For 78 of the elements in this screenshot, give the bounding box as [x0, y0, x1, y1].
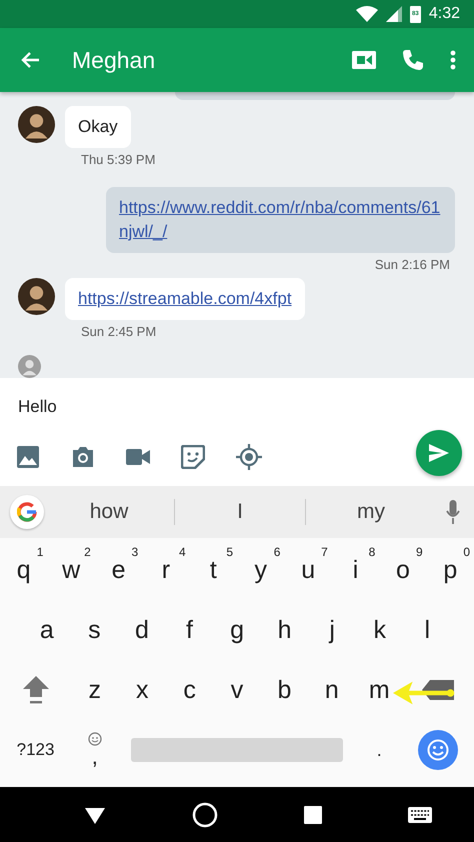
key[interactable]: i 8 [332, 542, 380, 598]
microphone-icon[interactable] [446, 500, 460, 524]
video-call-icon[interactable] [352, 51, 376, 69]
key[interactable]: n [308, 662, 356, 718]
message-input[interactable]: Hello [18, 396, 318, 418]
emoji-button[interactable] [418, 730, 458, 770]
send-button[interactable] [416, 430, 462, 476]
recents-icon[interactable] [302, 804, 322, 824]
key-hint: 0 [463, 545, 470, 559]
key-hint: 5 [226, 545, 234, 559]
key-hint: 9 [416, 545, 423, 559]
signal-icon [386, 6, 402, 22]
image-icon[interactable] [16, 445, 40, 469]
more-options-icon[interactable] [450, 50, 456, 70]
wifi-icon [356, 6, 378, 22]
message-time: Sun 2:45 PM [81, 324, 158, 339]
backspace-key-icon[interactable] [422, 680, 454, 700]
message-time: Sun 2:16 PM [374, 257, 450, 272]
key[interactable]: v [213, 662, 261, 718]
contact-name: Meghan [72, 46, 156, 74]
phone-icon[interactable] [402, 49, 424, 71]
suggestion[interactable]: I [175, 496, 305, 528]
location-icon[interactable] [236, 444, 262, 470]
suggestion[interactable]: my [306, 496, 436, 528]
message-text: Okay [78, 117, 118, 136]
smiley-icon [427, 739, 450, 761]
key[interactable]: p 0 [426, 542, 474, 598]
google-button[interactable] [10, 495, 44, 529]
key[interactable]: w 2 [47, 542, 95, 598]
avatar [18, 278, 55, 315]
key-hint: 2 [84, 545, 91, 559]
avatar [18, 355, 41, 378]
period-key[interactable]: . [356, 722, 403, 778]
status-time: 4:32 [428, 5, 460, 23]
sticker-icon[interactable] [181, 445, 205, 469]
key[interactable]: t 5 [190, 542, 238, 598]
key[interactable]: e 3 [94, 542, 142, 598]
symbols-key[interactable]: ?123 [0, 722, 72, 778]
shift-key-icon[interactable] [22, 676, 49, 704]
key[interactable]: k [356, 602, 404, 658]
message-time: Thu 5:39 PM [81, 152, 156, 167]
home-icon[interactable] [192, 802, 218, 828]
camera-icon[interactable] [71, 446, 95, 468]
key-hint: 4 [178, 545, 186, 559]
key[interactable]: a [23, 602, 71, 658]
key[interactable]: q 1 [0, 542, 48, 598]
key[interactable]: h [260, 602, 308, 658]
key-hint: 6 [274, 545, 280, 559]
key-hint: 7 [321, 545, 328, 559]
key[interactable]: x [118, 662, 166, 718]
key[interactable]: z [71, 662, 118, 718]
back-arrow-icon[interactable] [20, 51, 40, 69]
key[interactable]: l [404, 602, 452, 658]
key[interactable]: y 6 [237, 542, 284, 598]
video-icon[interactable] [126, 449, 150, 465]
key[interactable]: s [70, 602, 118, 658]
avatar [18, 106, 55, 143]
key-hint: 3 [132, 545, 138, 559]
key[interactable]: g [213, 602, 261, 658]
send-icon [429, 444, 449, 462]
google-logo-icon [17, 502, 37, 522]
key[interactable]: r 4 [142, 542, 190, 598]
key[interactable]: m [356, 662, 403, 718]
key[interactable]: o 9 [379, 542, 427, 598]
comma-key[interactable]: , [92, 746, 98, 768]
key[interactable]: d [118, 602, 166, 658]
message-link[interactable]: https://www.reddit.com/r/nba/comments/61njwl/_/ [119, 196, 442, 244]
key-hint: 1 [36, 545, 44, 559]
key[interactable]: j [308, 602, 356, 658]
key[interactable]: f [166, 602, 214, 658]
key[interactable]: u 7 [284, 542, 332, 598]
key[interactable]: b [260, 662, 308, 718]
message-link[interactable]: https://streamable.com/4xfpt [78, 287, 292, 311]
emoji-hint-icon [88, 732, 102, 746]
suggestion[interactable]: how [44, 496, 174, 528]
keyboard-icon[interactable] [408, 806, 432, 822]
key[interactable]: c [166, 662, 214, 718]
key-hint: 8 [368, 545, 376, 559]
